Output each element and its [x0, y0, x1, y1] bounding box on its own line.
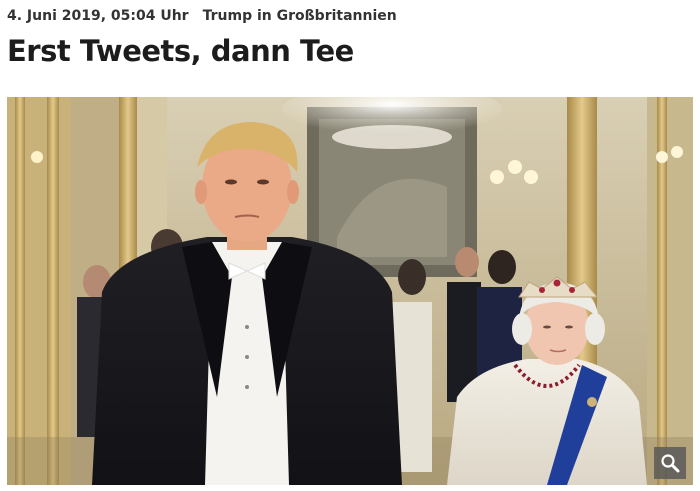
zoom-button[interactable] [654, 447, 686, 479]
article-kicker[interactable]: Trump in Großbritannien [203, 8, 397, 24]
magnifier-icon [661, 454, 680, 473]
article-page: 4. Juni 2019, 05:04 Uhr Trump in Großbri… [0, 0, 700, 491]
article-photo[interactable] [7, 97, 693, 485]
photo-illustration [7, 97, 693, 485]
article-headline: Erst Tweets, dann Tee [7, 34, 354, 68]
article-dateline: 4. Juni 2019, 05:04 Uhr [7, 8, 189, 24]
article-meta: 4. Juni 2019, 05:04 Uhr Trump in Großbri… [7, 6, 397, 26]
